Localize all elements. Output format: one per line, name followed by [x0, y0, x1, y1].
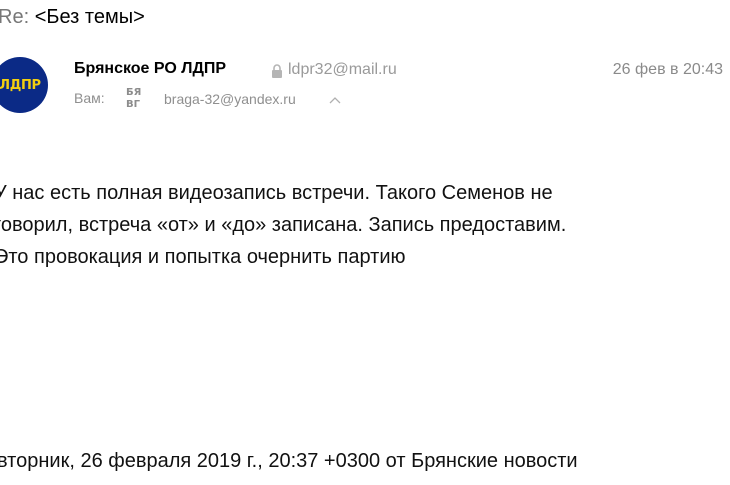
svg-text:ВГ: ВГ	[126, 99, 141, 109]
sender-email[interactable]: ldpr32@mail.ru	[288, 61, 397, 79]
yandex-avatar-icon[interactable]: БЯ ВГ	[125, 85, 152, 109]
message-body: У нас есть полная видеозапись встречи. Т…	[0, 177, 566, 273]
recipient-label: Вам:	[74, 90, 105, 106]
recipient-email[interactable]: braga-32@yandex.ru	[164, 91, 296, 107]
lock-icon	[272, 64, 282, 78]
reply-prefix: Re:	[0, 6, 30, 28]
sender-avatar[interactable]: ЛДПР	[0, 57, 48, 113]
body-line: говорил, встреча «от» и «до» записана. З…	[0, 214, 567, 236]
svg-text:БЯ: БЯ	[126, 87, 141, 98]
quoted-message-header: вторник, 26 февраля 2019 г., 20:37 +0300…	[0, 450, 578, 472]
sender-name[interactable]: Брянское РО ЛДПР	[74, 60, 226, 78]
body-line: Это провокация и попытка очернить партию	[0, 246, 406, 268]
subject-title: <Без темы>	[34, 6, 145, 28]
chevron-up-icon[interactable]	[329, 95, 341, 105]
email-subject: Re: <Без темы>	[0, 4, 145, 30]
body-line: У нас есть полная видеозапись встречи. Т…	[0, 182, 553, 204]
message-date: 26 фев в 20:43	[612, 61, 723, 78]
avatar-logo-text: ЛДПР	[0, 77, 41, 93]
